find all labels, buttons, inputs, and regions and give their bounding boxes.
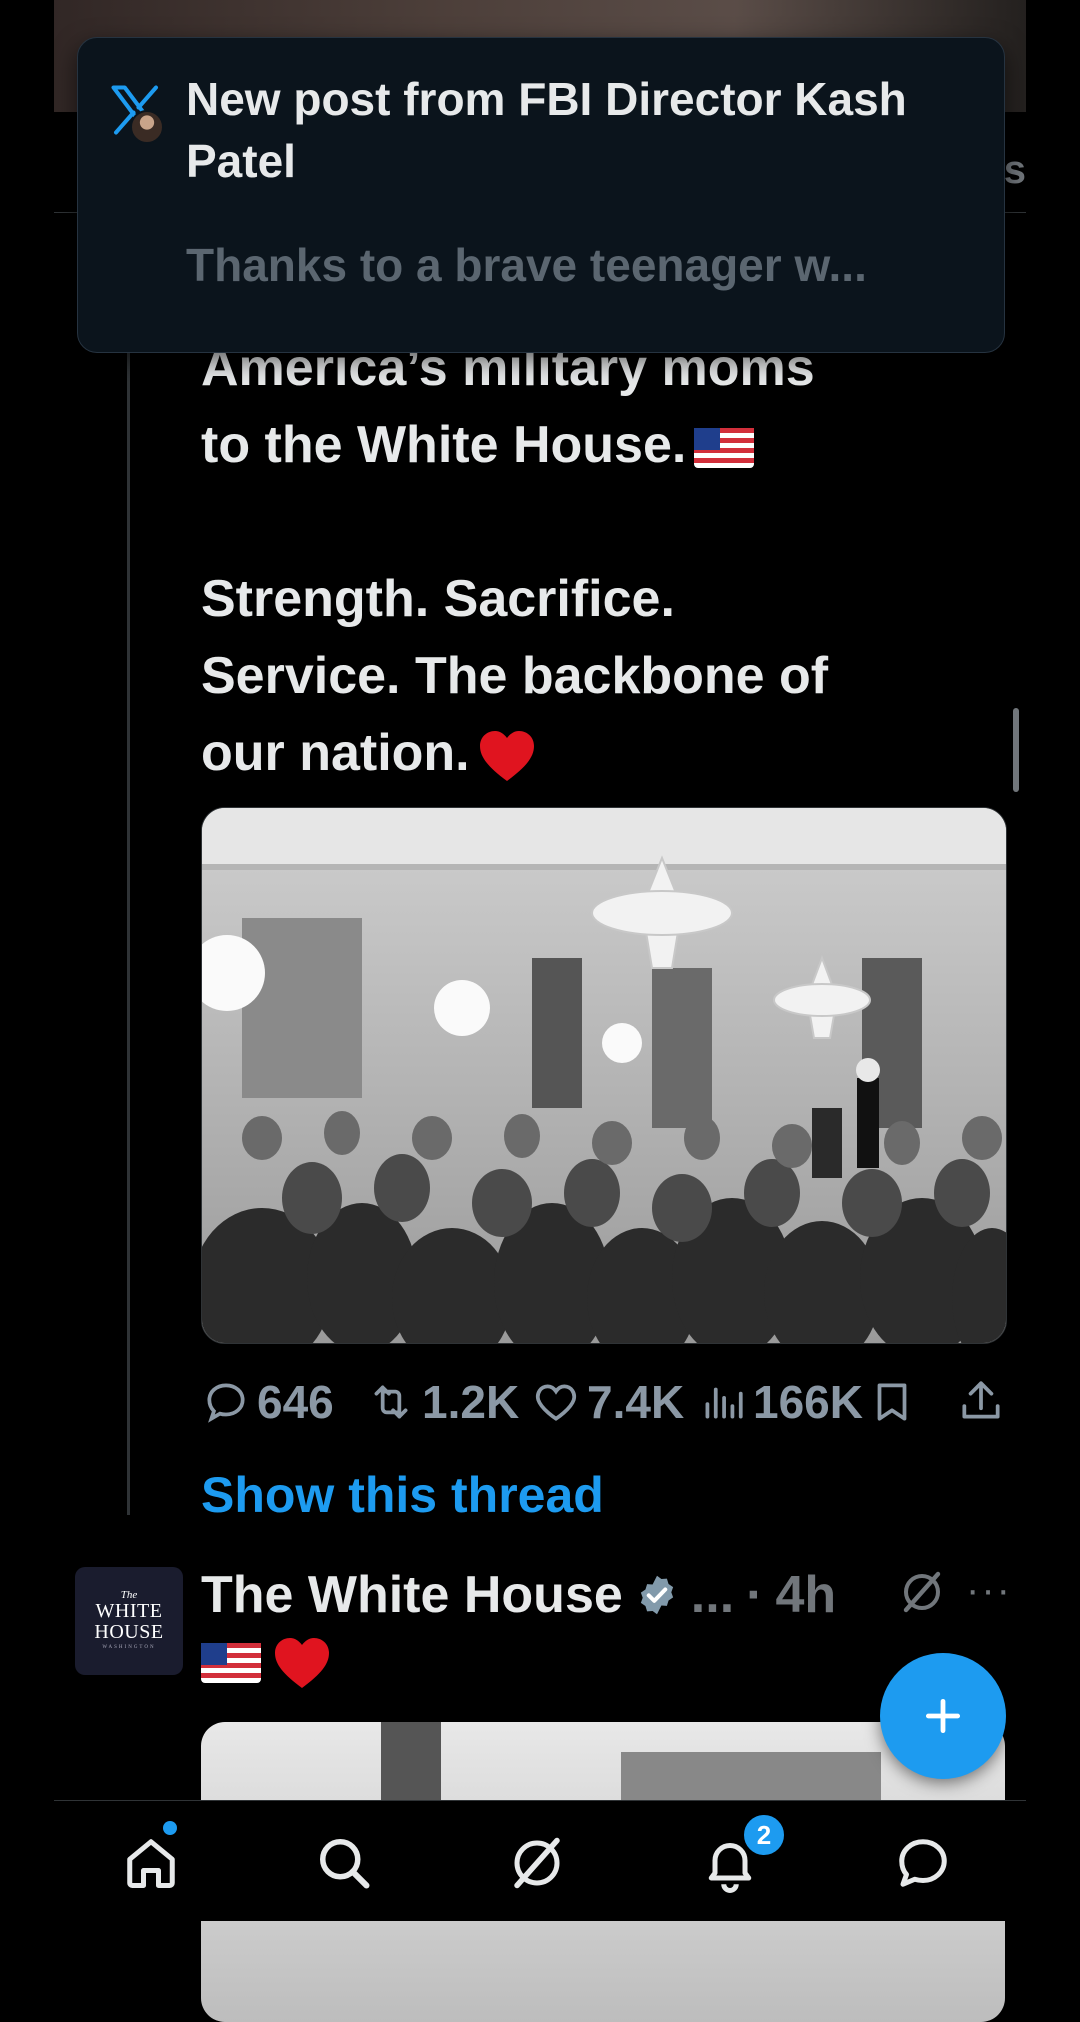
scrollbar-thumb[interactable] [1013,708,1019,792]
reply-count: 646 [257,1376,334,1428]
thread-connector-line [127,212,130,1512]
tweet-text: America’s military moms to the White Hou… [201,330,1001,792]
red-heart-icon [479,731,534,782]
tweet-line-4: Strength. Sacrifice. [201,570,675,628]
views-chart-icon [705,1387,743,1419]
white-house-avatar[interactable]: The WHITE HOUSE WASHINGTON [75,1567,183,1675]
meta-separator: · [746,1566,764,1624]
red-heart-icon [275,1638,329,1688]
verified-government-badge-icon [640,1575,673,1615]
notification-body: Thanks to a brave teenager w... [186,239,867,291]
share-button[interactable] [956,1372,1006,1432]
next-tweet-header[interactable]: The White House ... · 4h [201,1560,836,1630]
author-name[interactable]: The White House [201,1565,623,1625]
bottom-nav-bar: 2 [54,1800,1026,1921]
photo-scene [202,808,1006,1343]
reply-button[interactable]: 646 [201,1372,334,1432]
tweet-action-bar: 646 1.2K 7.4K 166K [201,1372,1011,1432]
flag-us-icon [694,428,755,469]
tweet-time: 4h [775,1566,837,1624]
reply-icon [207,1383,245,1423]
show-thread-link[interactable]: Show this thread [201,1466,604,1524]
notification-title: New post from FBI Director Kash Patel [186,73,907,187]
push-notification-banner[interactable]: New post from FBI Director Kash Patel Th… [77,37,1005,353]
home-icon [127,1839,175,1888]
sender-avatar [130,110,164,144]
bookmark-button[interactable] [867,1372,917,1432]
search-icon [320,1839,370,1889]
bookmark-icon [877,1383,907,1421]
home-new-indicator [163,1821,177,1835]
share-icon [962,1381,1000,1419]
heart-icon [535,1384,577,1421]
repost-button[interactable]: 1.2K [366,1372,519,1432]
views-button[interactable]: 166K [697,1372,863,1432]
flag-us-icon [201,1643,261,1683]
compose-post-button[interactable] [880,1653,1006,1779]
next-tweet-text [201,1633,331,1693]
repost-count: 1.2K [422,1376,520,1428]
thread-connector-dots [127,1480,130,1520]
nav-search[interactable] [304,1823,384,1903]
handle-truncation: ... [690,1566,735,1624]
notification-count-badge: 2 [742,1813,786,1857]
plus-icon [925,1698,961,1734]
tweet-line-2: to the White House. [201,416,687,474]
grok-icon[interactable] [898,1568,946,1616]
tweet-line-5: Service. The backbone of [201,647,829,705]
nav-messages[interactable] [883,1823,963,1903]
messages-icon [899,1839,947,1887]
like-count: 7.4K [587,1376,685,1428]
like-button[interactable]: 7.4K [531,1372,684,1432]
nav-grok[interactable] [497,1823,577,1903]
more-options-icon[interactable]: ··· [966,1568,1012,1613]
tweet-line-6: our nation. [201,724,470,782]
tweet-photo[interactable] [201,807,1007,1344]
views-count: 166K [753,1376,863,1428]
repost-icon [374,1385,408,1419]
nav-home[interactable] [111,1823,191,1903]
grok-icon [514,1837,560,1889]
